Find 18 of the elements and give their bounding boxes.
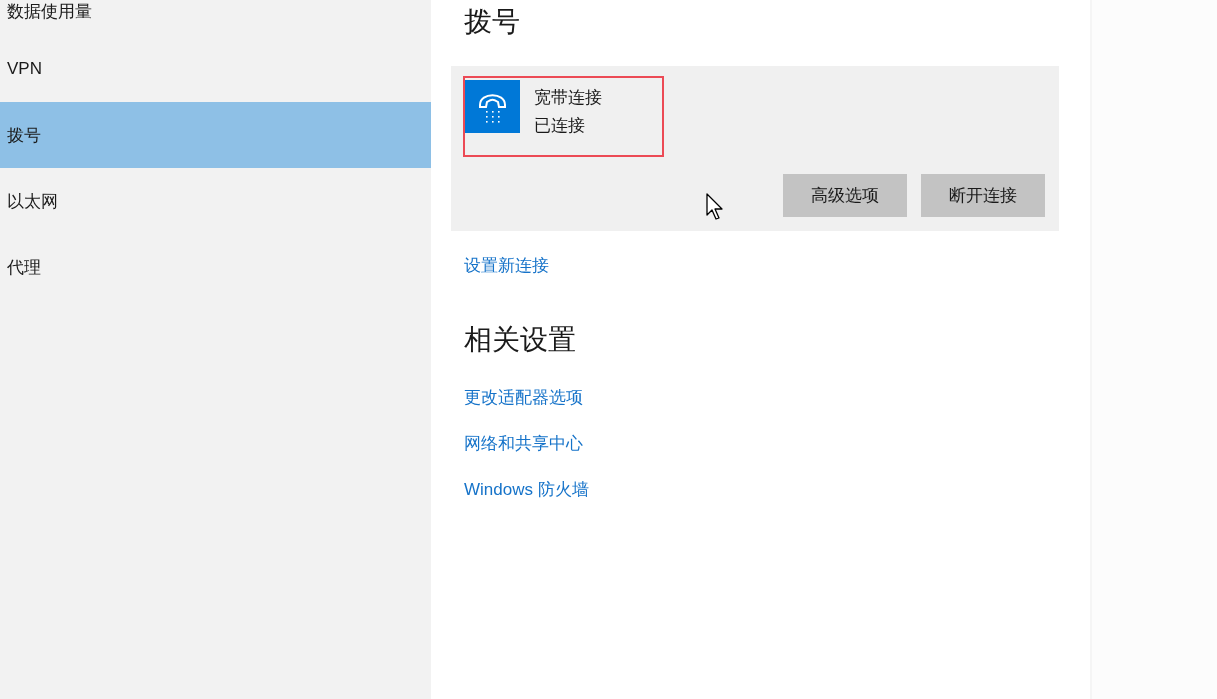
mouse-cursor-icon (706, 193, 724, 221)
sidebar-item[interactable]: 拨号 (0, 102, 431, 168)
sidebar-item[interactable]: VPN (0, 36, 431, 102)
settings-link[interactable]: 网络和共享中心 (464, 432, 583, 456)
settings-link[interactable]: Windows 防火墙 (464, 478, 589, 502)
setup-connection-link[interactable]: 设置新连接 (464, 254, 549, 278)
connection-status: 已连接 (534, 115, 585, 137)
sidebar-item[interactable]: 数据使用量 (0, 0, 431, 36)
settings-link[interactable]: 更改适配器选项 (464, 386, 583, 410)
section-title: 相关设置 (464, 323, 576, 357)
action-button[interactable]: 高级选项 (783, 174, 907, 217)
phone-icon (465, 80, 520, 133)
sidebar-item[interactable]: 代理 (0, 234, 431, 300)
connection-name: 宽带连接 (534, 87, 602, 109)
connection-item[interactable]: 宽带连接 已连接 (463, 76, 664, 157)
section-title: 拨号 (464, 5, 520, 39)
sidebar-item[interactable]: 以太网 (0, 168, 431, 234)
action-button[interactable]: 断开连接 (921, 174, 1045, 217)
